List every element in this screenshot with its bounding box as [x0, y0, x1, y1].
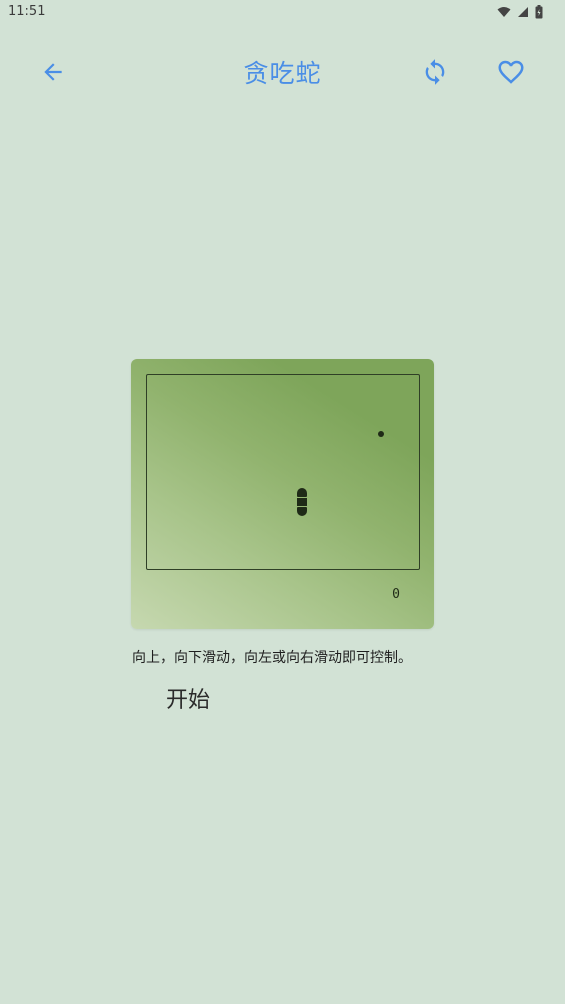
- wifi-icon: [497, 7, 511, 17]
- snake: [297, 488, 307, 517]
- playfield: [146, 374, 420, 570]
- refresh-button[interactable]: [411, 48, 459, 96]
- start-button[interactable]: 开始: [150, 676, 226, 720]
- cell-signal-icon: [518, 7, 528, 17]
- snake-body-segment: [297, 497, 307, 507]
- app-bar: 贪吃蛇: [0, 40, 565, 104]
- refresh-icon: [425, 59, 445, 85]
- snake-tail: [297, 507, 307, 517]
- snake-head: [297, 488, 307, 497]
- page-title: 贪吃蛇: [243, 59, 322, 88]
- status-time: 11:51: [8, 4, 46, 19]
- score-display: 0: [392, 587, 400, 602]
- food-dot: [378, 431, 384, 437]
- instructions-text: 向上，向下滑动，向左或向右滑动即可控制。: [132, 650, 412, 666]
- favorite-button[interactable]: [487, 48, 535, 96]
- status-bar: 11:51: [0, 0, 565, 24]
- game-board[interactable]: 0: [131, 359, 434, 629]
- heart-outline-icon: [498, 60, 524, 84]
- status-icons: [497, 4, 543, 20]
- battery-icon: [535, 5, 543, 19]
